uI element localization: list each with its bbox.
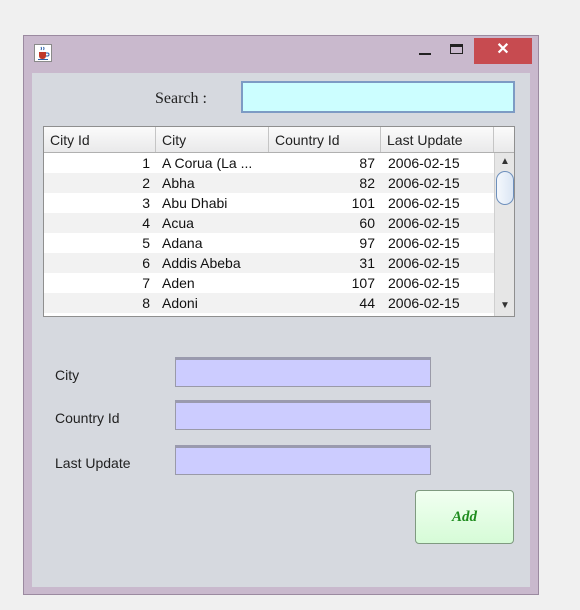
table-row[interactable]: 1 A Corua (La ... 87 2006-02-15 [44,153,494,173]
cell-last-update: 2006-02-15 [388,155,460,171]
cell-city: Addis Abeba [162,255,241,271]
cell-city-id: 1 [142,155,150,171]
cell-country-id: 101 [351,195,375,211]
maximize-icon[interactable] [442,38,472,64]
cell-country-id: 97 [359,235,375,251]
cell-last-update: 2006-02-15 [388,255,460,271]
cell-city: Abu Dhabi [162,195,228,211]
add-button[interactable]: Add [415,490,514,544]
search-input[interactable] [241,81,515,113]
app-window: ✕ Search : City Id City Country Id Last … [23,35,539,595]
cell-last-update: 2006-02-15 [388,295,460,311]
last-update-field[interactable] [175,445,431,475]
table-row[interactable]: 6 Addis Abeba 31 2006-02-15 [44,253,494,273]
table-row[interactable]: 7 Aden 107 2006-02-15 [44,273,494,293]
cell-city: Abha [162,175,195,191]
cell-city: Adoni [162,295,198,311]
city-table[interactable]: City Id City Country Id Last Update 1 A … [43,126,515,317]
cell-country-id: 44 [359,295,375,311]
scrollbar-thumb[interactable] [496,171,514,205]
column-header-city-id[interactable]: City Id [44,127,156,152]
city-field[interactable] [175,357,431,387]
search-label: Search : [155,90,207,107]
column-header-last-update[interactable]: Last Update [381,127,494,152]
cell-city: Aden [162,275,195,291]
cell-last-update: 2006-02-15 [388,275,460,291]
cell-last-update: 2006-02-15 [388,195,460,211]
column-header-city[interactable]: City [156,127,269,152]
cell-city-id: 7 [142,275,150,291]
cell-country-id: 82 [359,175,375,191]
cell-city: Acua [162,215,194,231]
cell-city-id: 2 [142,175,150,191]
cell-city-id: 8 [142,295,150,311]
minimize-icon[interactable] [410,38,440,64]
cell-country-id: 31 [359,255,375,271]
main-panel: Search : City Id City Country Id Last Up… [32,73,530,587]
country-id-field[interactable] [175,400,431,430]
cell-city: Adana [162,235,203,251]
cell-city: A Corua (La ... [162,155,253,171]
table-header: City Id City Country Id Last Update [44,127,514,153]
title-bar[interactable]: ✕ [24,36,538,72]
table-body: 1 A Corua (La ... 87 2006-02-15 2 Abha 8… [44,153,494,313]
country-id-label: Country Id [55,410,120,426]
table-row[interactable]: 5 Adana 97 2006-02-15 [44,233,494,253]
cell-last-update: 2006-02-15 [388,175,460,191]
cell-city-id: 4 [142,215,150,231]
table-row[interactable]: 4 Acua 60 2006-02-15 [44,213,494,233]
scroll-down-icon[interactable]: ▼ [498,299,512,313]
cell-country-id: 107 [351,275,375,291]
cell-last-update: 2006-02-15 [388,215,460,231]
close-icon[interactable]: ✕ [474,38,532,64]
cell-city-id: 3 [142,195,150,211]
table-row[interactable]: 2 Abha 82 2006-02-15 [44,173,494,193]
java-cup-icon [34,44,52,62]
table-row[interactable]: 3 Abu Dhabi 101 2006-02-15 [44,193,494,213]
table-scrollbar[interactable]: ▲ ▼ [494,153,514,316]
header-corner [494,127,514,152]
cell-city-id: 5 [142,235,150,251]
scroll-up-icon[interactable]: ▲ [498,155,512,169]
cell-country-id: 87 [359,155,375,171]
cell-city-id: 6 [142,255,150,271]
column-header-country-id[interactable]: Country Id [269,127,381,152]
table-row[interactable]: 8 Adoni 44 2006-02-15 [44,293,494,313]
city-label: City [55,367,80,383]
cell-country-id: 60 [359,215,375,231]
cell-last-update: 2006-02-15 [388,235,460,251]
last-update-label: Last Update [55,455,131,471]
